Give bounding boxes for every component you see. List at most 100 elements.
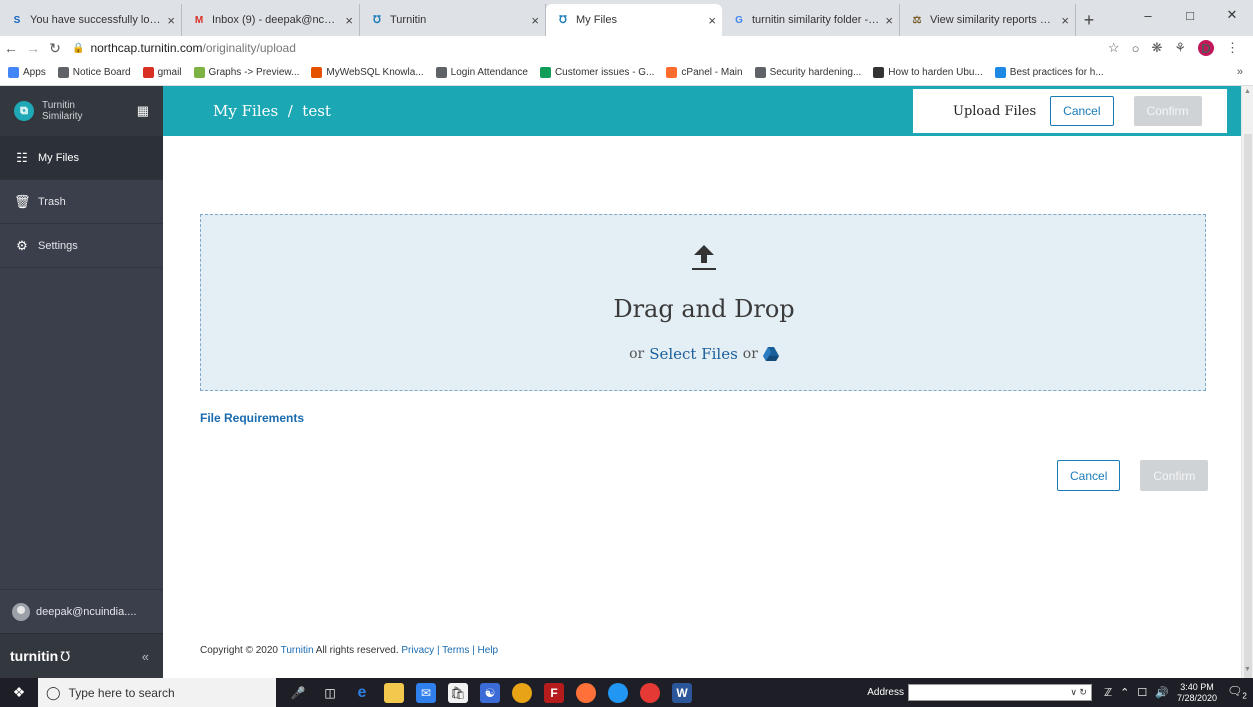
back-icon[interactable]: ← <box>0 40 22 56</box>
app-blue-icon[interactable] <box>608 682 628 703</box>
tab-label: View similarity reports and ma <box>930 14 1055 26</box>
taskbar-clock[interactable]: 3:40 PM 7/28/2020 <box>1177 682 1217 704</box>
chrome-icon[interactable] <box>512 682 532 703</box>
taskbar-search-input[interactable]: ◯ Type here to search <box>38 678 276 707</box>
page-header: My Files / test Upload Files Cancel Conf… <box>163 86 1241 136</box>
sidebar-item-settings[interactable]: ⚙ Settings <box>0 224 163 268</box>
file-requirements-link[interactable]: File Requirements <box>200 411 304 425</box>
sidebar: ⧉ Turnitin Similarity ▦ ☷ My Files 🗑 Trash ⚙… <box>0 86 163 678</box>
confirm-button[interactable]: Confirm <box>1140 460 1209 491</box>
browser-tab[interactable]: ℧ Turnitin × <box>360 4 546 36</box>
network-icon[interactable]: ☐ <box>1137 686 1147 699</box>
volume-icon[interactable]: 🔊 <box>1155 686 1169 699</box>
sidebar-item-my-files[interactable]: ☷ My Files <box>0 136 163 180</box>
browser-tab[interactable]: S You have successfully logged in × <box>0 4 182 36</box>
browser-tab[interactable]: Gturnitin similarity folder - Goog × <box>722 4 900 36</box>
bookmark-icon <box>754 67 766 78</box>
browser-tab[interactable]: M Inbox (9) - deepak@ncuindia.e × <box>182 4 360 36</box>
bookmark-item[interactable]: How to harden Ubu... <box>873 67 983 78</box>
bookmark-item[interactable]: Graphs -> Preview... <box>193 67 299 78</box>
reload-icon[interactable]: ↻ <box>44 40 66 57</box>
search-placeholder: Type here to search <box>68 685 175 700</box>
people-icon[interactable]: ☯ <box>480 682 500 703</box>
header-confirm-button[interactable]: Confirm <box>1133 96 1202 126</box>
bookmark-label: cPanel - Main <box>681 67 743 78</box>
close-tab-icon[interactable]: × <box>1061 13 1069 28</box>
close-tab-icon[interactable]: × <box>885 13 893 28</box>
minimize-button[interactable]: – <box>1127 0 1169 30</box>
bookmark-item[interactable]: Best practices for h... <box>994 67 1104 78</box>
profile-avatar[interactable]: D <box>1198 40 1214 56</box>
browser-tab[interactable]: ⚖ View similarity reports and ma × <box>900 4 1076 36</box>
tab-label: My Files <box>576 14 617 26</box>
page-scrollbar[interactable]: ▲ ▼ <box>1241 86 1253 694</box>
bookmark-label: gmail <box>157 67 182 78</box>
microphone-icon[interactable]: 🎤 <box>288 683 308 703</box>
bookmark-item[interactable]: gmail <box>142 67 182 78</box>
edge-icon[interactable]: e <box>352 683 372 703</box>
bookmark-item[interactable]: MyWebSQL Knowla... <box>311 67 424 78</box>
bookmark-label: Notice Board <box>72 67 131 78</box>
google-drive-icon[interactable] <box>762 347 779 361</box>
puzzle-icon[interactable]: ⚘ <box>1174 40 1186 56</box>
firefox-icon[interactable] <box>576 682 596 703</box>
word-icon[interactable]: W <box>672 682 692 703</box>
close-tab-icon[interactable]: × <box>708 13 716 28</box>
upload-header-panel: Upload Files Cancel Confirm <box>913 89 1227 133</box>
bookmark-icon <box>311 67 323 78</box>
bookmark-label: Customer issues - G... <box>554 67 655 78</box>
close-window-button[interactable]: ✕ <box>1211 0 1253 30</box>
forward-icon[interactable]: → <box>22 40 44 56</box>
filezilla-icon[interactable]: F <box>544 682 564 703</box>
close-tab-icon[interactable]: × <box>167 13 175 28</box>
address-bar[interactable]: 🔒 northcap.turnitin.com/originality/uplo… <box>72 41 1108 55</box>
drop-zone[interactable]: Drag and Drop or Select Files or <box>200 214 1206 391</box>
sidebar-item-trash[interactable]: 🗑 Trash <box>0 180 163 224</box>
turnitin-wordmark: turnitin ℧ <box>10 647 71 664</box>
store-icon[interactable]: 🛍 <box>448 682 468 703</box>
bookmark-item[interactable]: Notice Board <box>57 67 131 78</box>
brand-line-2: Similarity <box>42 111 83 122</box>
bookmark-item[interactable]: Customer issues - G... <box>539 67 655 78</box>
user-tray-icon[interactable]: ℤ <box>1104 686 1112 699</box>
tab-label: Turnitin <box>390 14 427 26</box>
help-link[interactable]: Help <box>478 645 499 656</box>
bookmark-icon <box>666 67 678 78</box>
tray-chevron-icon[interactable]: ⌃ <box>1120 686 1129 699</box>
collapse-sidebar-icon[interactable]: « <box>142 649 149 664</box>
browser-tabs: S You have successfully logged in × M Inbox … <box>0 0 1076 36</box>
sidebar-user[interactable]: deepak@ncuindia.... <box>0 589 163 633</box>
cancel-button[interactable]: Cancel <box>1057 460 1121 491</box>
close-tab-icon[interactable]: × <box>345 13 353 28</box>
task-view-icon[interactable]: ◫ <box>320 683 340 703</box>
header-cancel-button[interactable]: Cancel <box>1050 96 1114 126</box>
bookmark-item[interactable]: Security hardening... <box>754 67 862 78</box>
new-tab-button[interactable]: + <box>1076 4 1102 36</box>
extension-circle-icon[interactable]: ○ <box>1132 41 1140 56</box>
bookmark-item[interactable]: cPanel - Main <box>666 67 743 78</box>
turnitin-link[interactable]: Turnitin <box>281 645 314 656</box>
mail-icon[interactable]: ✉ <box>416 682 436 703</box>
notification-icon[interactable]: 🗨2 <box>1225 684 1249 700</box>
chrome-profile-icon[interactable] <box>640 682 660 703</box>
bookmark-label: Security hardening... <box>769 67 862 78</box>
windows-start-icon[interactable]: ❖ <box>0 684 38 701</box>
scrollbar-thumb[interactable] <box>1244 134 1252 694</box>
terms-link[interactable]: Terms <box>442 645 469 656</box>
maximize-button[interactable]: □ <box>1169 0 1211 30</box>
extension-gear-icon[interactable]: ❋ <box>1151 40 1162 56</box>
menu-dots-icon[interactable]: ⋮ <box>1226 40 1239 56</box>
file-explorer-icon[interactable] <box>384 682 404 703</box>
bookmark-item[interactable]: Apps <box>8 67 46 78</box>
scroll-up-icon[interactable]: ▲ <box>1244 88 1251 95</box>
app-grid-icon[interactable]: ▦ <box>137 103 149 119</box>
scroll-down-icon[interactable]: ▼ <box>1244 666 1251 673</box>
close-tab-icon[interactable]: × <box>531 13 539 28</box>
select-files-link[interactable]: Select Files <box>649 345 738 363</box>
browser-tab[interactable]: ℧ My Files × <box>546 4 722 36</box>
star-icon[interactable]: ☆ <box>1108 40 1120 56</box>
bookmark-item[interactable]: Login Attendance <box>435 67 528 78</box>
bookmarks-overflow-icon[interactable]: » <box>1237 66 1243 78</box>
privacy-link[interactable]: Privacy <box>401 645 434 656</box>
taskbar-address-input[interactable]: ∨ ↻ <box>907 684 1092 701</box>
